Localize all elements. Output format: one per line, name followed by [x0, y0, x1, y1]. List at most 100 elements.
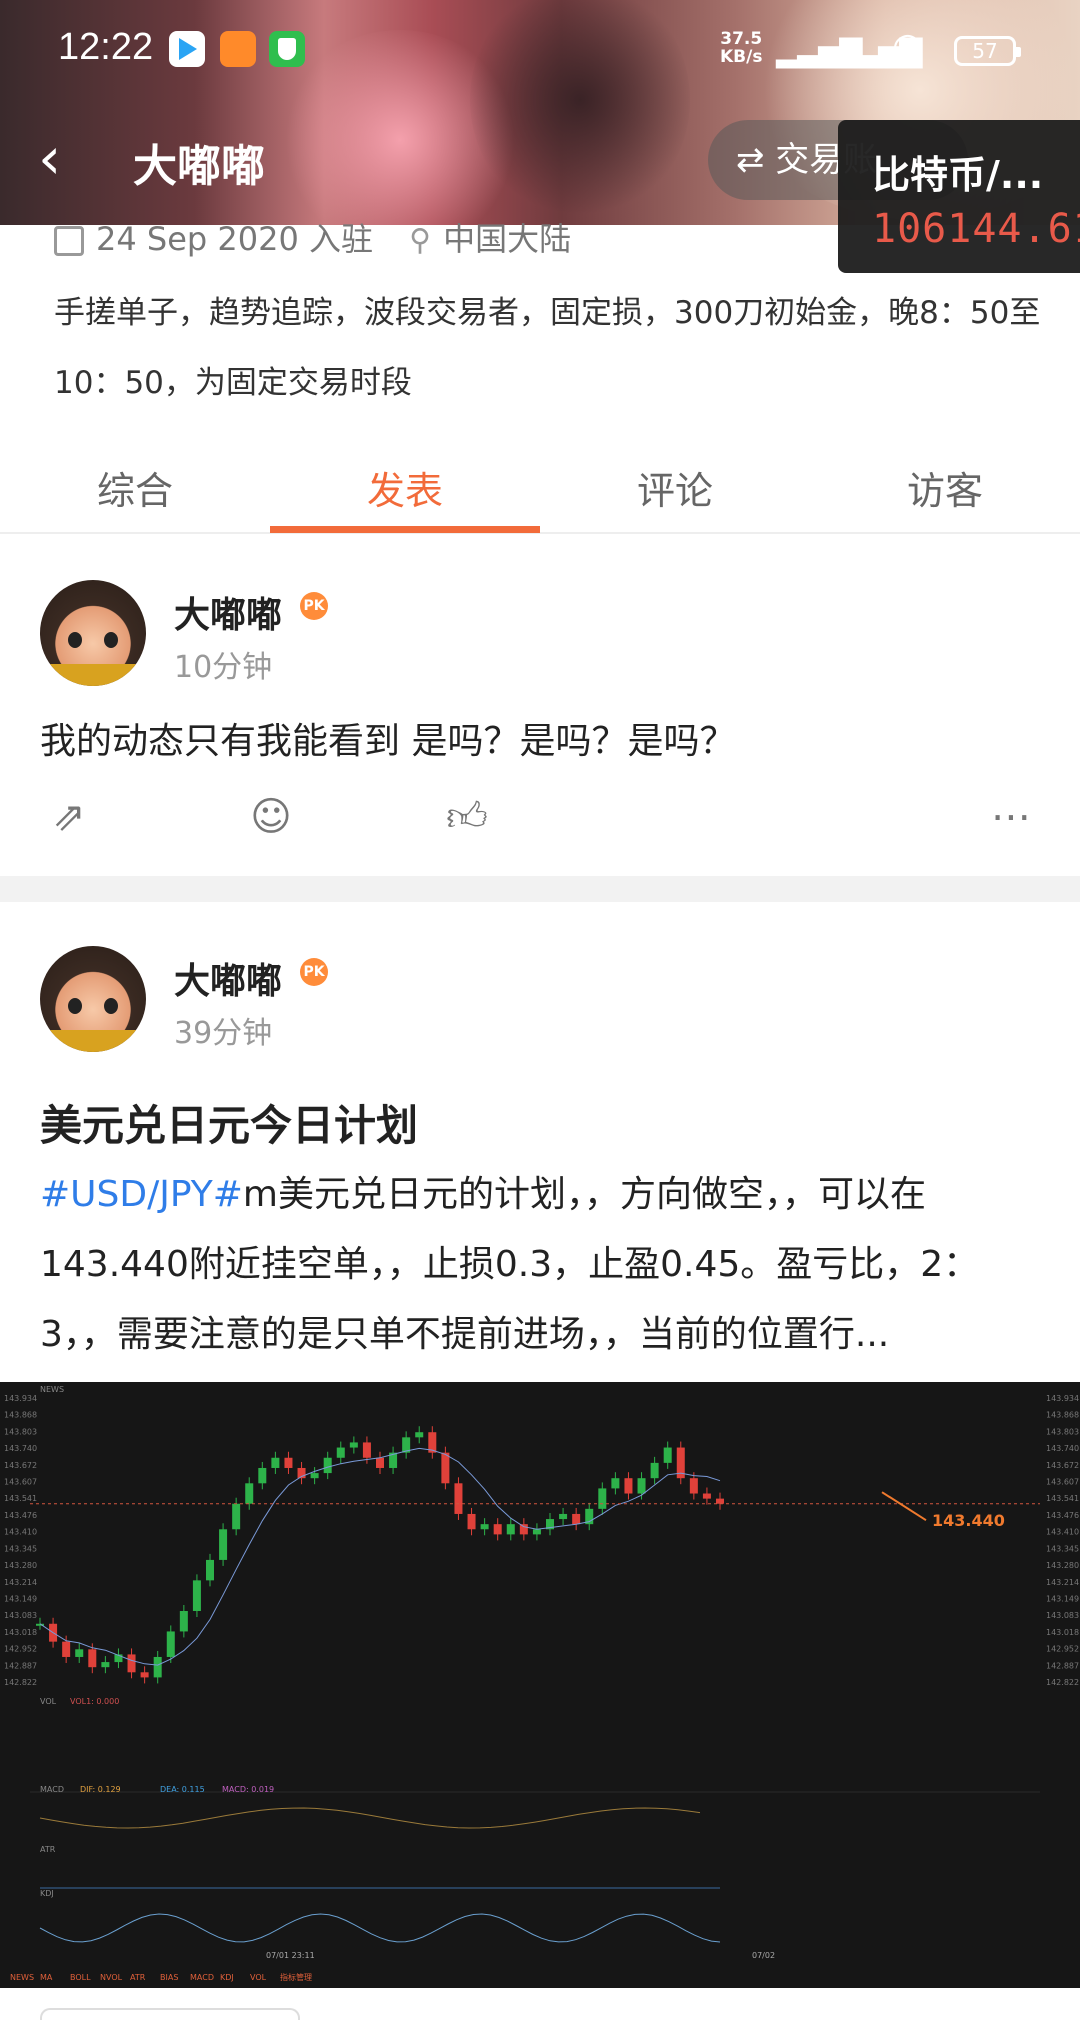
price-tick-label: 143.868: [1046, 1411, 1079, 1420]
comment-icon[interactable]: ☺: [248, 794, 294, 840]
next-post-peek: [40, 2008, 300, 2020]
price-tick-label: 142.952: [1046, 1645, 1079, 1654]
candle-body: [650, 1462, 659, 1479]
indicator-tab: VOL: [250, 1973, 267, 1982]
macd-panel-label: MACD: [40, 1785, 64, 1794]
candle-body: [153, 1656, 162, 1678]
indicator-tab: ATR: [130, 1973, 146, 1982]
candle-body: [127, 1654, 136, 1673]
candle-body: [258, 1467, 267, 1484]
candle-body: [519, 1524, 528, 1535]
trading-chart-image[interactable]: 143.934 143.934 143.868 143.868 143.803 143.8…: [0, 1382, 1080, 1988]
price-tick-label: 142.822: [1046, 1678, 1079, 1687]
candle-body: [467, 1513, 476, 1530]
price-ticker-widget[interactable]: 比特币/... 106144.61: [838, 120, 1080, 273]
price-tick-label: 143.803: [4, 1427, 37, 1436]
profile-tabs: 综合 发表 评论 访客: [0, 440, 1080, 534]
avatar[interactable]: [40, 580, 146, 686]
price-tick-label: 143.672: [4, 1461, 37, 1470]
candle-body: [532, 1529, 541, 1535]
kdj-line: [39, 1913, 721, 1943]
like-icon[interactable]: 👍︎: [444, 794, 490, 840]
tab-visitors[interactable]: 访客: [810, 460, 1080, 515]
kdj-panel-label: KDJ: [40, 1889, 54, 1898]
active-tab-indicator: [270, 526, 540, 533]
annotation-arrow: [881, 1491, 927, 1522]
post-title[interactable]: 美元兑日元今日计划: [40, 1092, 418, 1153]
tab-overview[interactable]: 综合: [0, 460, 270, 515]
hashtag-link[interactable]: #USD/JPY#: [40, 1174, 243, 1215]
atr-panel-label: ATR: [40, 1845, 56, 1854]
price-tick-label: 143.803: [1046, 1427, 1079, 1436]
location-pin-icon: ⚲: [409, 223, 432, 258]
candle-body: [559, 1513, 568, 1520]
post-author[interactable]: 大嘟嘟: [174, 586, 282, 638]
x-axis-date: 07/01 23:11: [266, 1951, 315, 1960]
candle-body: [179, 1611, 188, 1632]
divider: [0, 876, 1080, 902]
candle-body: [454, 1483, 463, 1514]
more-icon[interactable]: ⋯: [988, 794, 1034, 840]
location: 中国大陆: [443, 220, 572, 258]
macd-line: [39, 1807, 701, 1829]
macd-dea-value: DEA: 0.115: [160, 1785, 205, 1794]
join-date: 24 Sep 2020 入驻: [96, 220, 373, 258]
price-tick-label: 143.672: [1046, 1461, 1079, 1470]
candle-body: [506, 1524, 515, 1535]
share-icon[interactable]: ⇗: [46, 794, 92, 840]
indicator-tab: NEWS: [10, 1973, 34, 1982]
candle-body: [310, 1473, 319, 1479]
pk-badge-icon: PK: [300, 958, 328, 986]
security-app-icon: [269, 31, 305, 67]
macd-value: MACD: 0.019: [222, 1785, 274, 1794]
candle-body: [192, 1580, 201, 1611]
play-store-icon: [169, 31, 205, 67]
candle-body: [349, 1442, 358, 1448]
price-tick-label: 143.607: [4, 1478, 37, 1487]
candle-body: [702, 1493, 711, 1499]
tab-posts[interactable]: 发表: [270, 460, 540, 515]
calendar-icon: [54, 226, 84, 256]
price-tick-label: 143.018: [4, 1628, 37, 1637]
clock: 12:22: [58, 26, 154, 68]
price-tick-label: 142.887: [1046, 1661, 1079, 1670]
candle-body: [219, 1529, 228, 1560]
price-tick-label: 143.934: [4, 1394, 37, 1403]
avatar[interactable]: [40, 946, 146, 1052]
indicator-tab: BOLL: [70, 1973, 91, 1982]
candle-body: [611, 1478, 620, 1489]
price-tick-label: 143.740: [4, 1444, 37, 1453]
back-chevron-icon[interactable]: ‹: [38, 128, 88, 188]
price-tick-label: 143.541: [4, 1494, 37, 1503]
network-speed: 37.5 KB/s: [720, 29, 763, 67]
indicator-tab: KDJ: [220, 1973, 234, 1982]
post-time: 10分钟: [174, 650, 273, 685]
price-tick-label: 143.868: [4, 1411, 37, 1420]
candle-body: [336, 1447, 345, 1458]
candle-body: [689, 1478, 698, 1494]
candle-body: [166, 1631, 175, 1657]
battery-icon: 57: [954, 36, 1021, 66]
candle-body: [75, 1649, 84, 1657]
chart-tab-label: NEWS: [40, 1385, 64, 1394]
price-tick-label: 143.280: [4, 1561, 37, 1570]
tab-comments[interactable]: 评论: [540, 460, 810, 515]
post-text[interactable]: 我的动态只有我能看到 是吗？是吗？是吗？: [40, 712, 1040, 764]
candle-body: [624, 1478, 633, 1494]
candle-body: [232, 1503, 241, 1530]
x-axis-date: 07/02: [752, 1951, 775, 1960]
candle-body: [493, 1524, 502, 1535]
page-title: 大嘟嘟: [133, 141, 265, 192]
post-author[interactable]: 大嘟嘟: [174, 952, 282, 1004]
price-tick-label: 143.280: [1046, 1561, 1079, 1570]
post-body[interactable]: #USD/JPY#m美元兑日元的计划，，方向做空，，可以在143.440附近挂空…: [40, 1160, 1050, 1370]
price-tick-label: 142.952: [4, 1645, 37, 1654]
post-time: 39分钟: [174, 1016, 273, 1051]
price-tick-label: 143.476: [4, 1511, 37, 1520]
macd-dif-value: DIF: 0.129: [80, 1785, 121, 1794]
candle-body: [140, 1672, 149, 1678]
indicator-tab: MA: [40, 1973, 53, 1982]
candle-body: [245, 1483, 254, 1504]
ticker-name: 比特币/...: [872, 153, 1044, 197]
shop-app-icon: [220, 31, 256, 67]
